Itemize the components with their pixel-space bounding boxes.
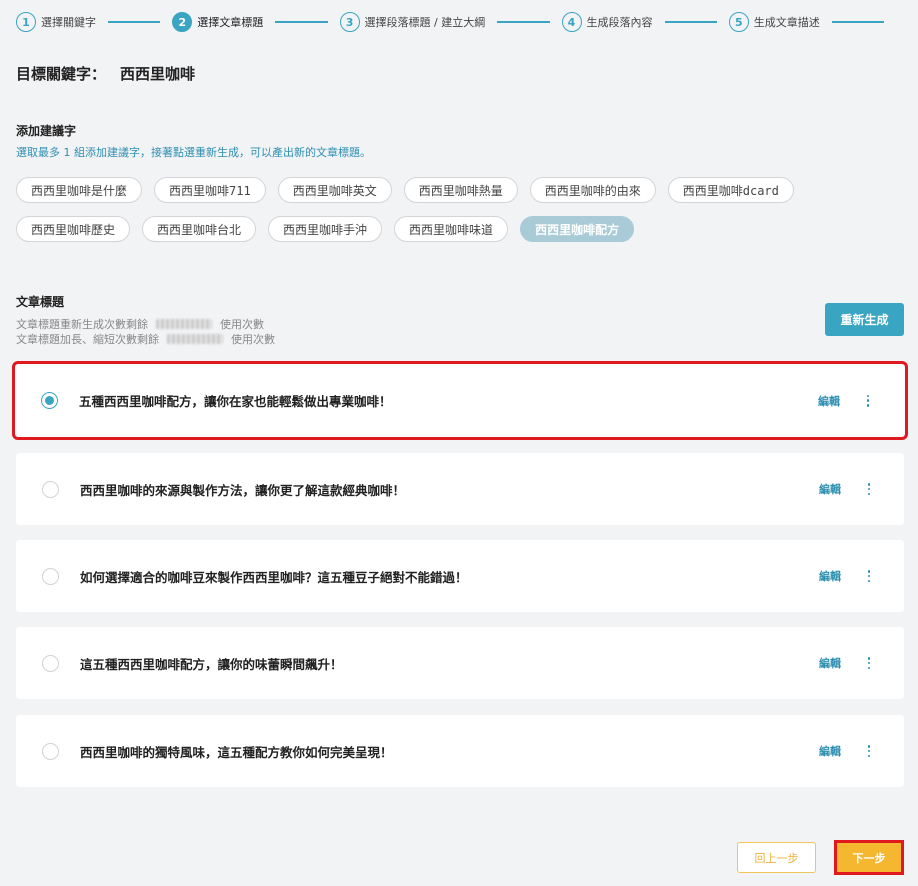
suggestions-heading: 添加建議字 (16, 124, 77, 138)
step-2[interactable]: 2 選擇文章標題 (172, 12, 263, 32)
title-option-4[interactable]: 這五種西西里咖啡配方，讓你的味蕾瞬間飆升！ 編輯 (16, 627, 904, 699)
step-5[interactable]: 5 生成文章描述 (728, 12, 820, 32)
step-1[interactable]: 1 選擇關鍵字 (16, 12, 96, 32)
more-vertical-icon[interactable] (864, 656, 874, 670)
step-connector (664, 21, 717, 23)
step-3-label: 選擇段落標題 / 建立大綱 (364, 16, 486, 29)
step-5-label: 生成文章描述 (753, 16, 820, 29)
titles-heading: 文章標題 (16, 295, 65, 309)
step-4-label: 生成段落內容 (586, 16, 653, 29)
radio-button[interactable] (42, 742, 59, 760)
suggestion-chip[interactable]: 西西里咖啡711 (154, 177, 266, 203)
suggestions-hint: 選取最多 1 組添加建議字，接著點選重新生成，可以產出新的文章標題。 (16, 146, 371, 159)
step-3[interactable]: 3 選擇段落標題 / 建立大綱 (339, 12, 486, 32)
title-text: 如何選擇適合的咖啡豆來製作西西里咖啡？這五種豆子絕對不能錯過！ (80, 569, 468, 585)
suggestion-chip[interactable]: 西西里咖啡味道 (394, 216, 509, 242)
step-connector (275, 21, 328, 23)
step-2-label: 選擇文章標題 (197, 16, 264, 29)
radio-button[interactable] (42, 480, 59, 498)
suggestion-chip-selected[interactable]: 西西里咖啡配方 (520, 216, 635, 242)
step-2-number: 2 (172, 12, 193, 32)
suggestion-chip[interactable]: 西西里咖啡手沖 (268, 216, 383, 242)
regen-quota: 文章標題重新生成次數剩餘 使用次數 (16, 316, 264, 332)
more-vertical-icon[interactable] (864, 482, 874, 496)
title-option-3[interactable]: 如何選擇適合的咖啡豆來製作西西里咖啡？這五種豆子絕對不能錯過！ 編輯 (16, 540, 904, 612)
suggestion-chip[interactable]: 西西里咖啡的由來 (529, 177, 656, 203)
target-keyword-value: 西西里咖啡 (120, 65, 196, 83)
suggestion-chip[interactable]: 西西里咖啡熱量 (403, 177, 518, 203)
suggestion-chips: 西西里咖啡是什麼 西西里咖啡711 西西里咖啡英文 西西里咖啡熱量 西西里咖啡的… (16, 177, 876, 242)
edit-link[interactable]: 編輯 (819, 568, 841, 584)
step-1-label: 選擇關鍵字 (41, 16, 96, 29)
radio-button-checked[interactable] (41, 392, 58, 409)
edit-link[interactable]: 編輯 (819, 481, 841, 497)
title-option-1[interactable]: 五種西西里咖啡配方，讓你在家也能輕鬆做出專業咖啡！ 編輯 (12, 361, 908, 440)
step-connector (497, 21, 550, 23)
title-option-5[interactable]: 西西里咖啡的獨特風味，這五種配方教你如何完美呈現！ 編輯 (16, 715, 904, 787)
title-text: 西西里咖啡的獨特風味，這五種配方教你如何完美呈現！ (80, 744, 393, 760)
title-text: 這五種西西里咖啡配方，讓你的味蕾瞬間飆升！ (80, 656, 343, 672)
previous-step-button[interactable]: 回上一步 (737, 842, 816, 873)
more-vertical-icon[interactable] (864, 569, 874, 583)
step-connector (108, 21, 161, 23)
title-option-2[interactable]: 西西里咖啡的來源與製作方法，讓你更了解這款經典咖啡！ 編輯 (16, 453, 904, 525)
edit-link[interactable]: 編輯 (818, 393, 840, 409)
suggestion-chip[interactable]: 西西里咖啡台北 (142, 216, 257, 242)
suggestion-chip[interactable]: 西西里咖啡英文 (277, 177, 392, 203)
target-keyword-label: 目標關鍵字： (16, 65, 107, 83)
more-vertical-icon[interactable] (863, 394, 873, 408)
edit-link[interactable]: 編輯 (819, 655, 841, 671)
redacted-value (167, 334, 223, 344)
progress-stepper: 1 選擇關鍵字 2 選擇文章標題 3 選擇段落標題 / 建立大綱 4 生成段落內… (16, 10, 896, 34)
step-connector (831, 21, 885, 23)
step-5-number: 5 (728, 12, 749, 32)
regen-quota-label: 文章標題重新生成次數剩餘 (16, 318, 148, 331)
target-keyword: 目標關鍵字： 西西里咖啡 (16, 63, 195, 84)
step-1-number: 1 (16, 12, 36, 32)
suggestion-chip[interactable]: 西西里咖啡是什麼 (16, 177, 143, 203)
suggestion-chip[interactable]: 西西里咖啡歷史 (16, 216, 131, 242)
length-quota: 文章標題加長、縮短次數剩餘 使用次數 (16, 331, 275, 347)
redacted-value (156, 319, 212, 329)
step-3-number: 3 (339, 12, 360, 32)
radio-button[interactable] (42, 654, 59, 672)
title-text: 五種西西里咖啡配方，讓你在家也能輕鬆做出專業咖啡！ (79, 394, 392, 409)
step-4[interactable]: 4 生成段落內容 (561, 12, 653, 32)
radio-button[interactable] (42, 567, 59, 585)
suggestion-chip[interactable]: 西西里咖啡dcard (667, 177, 794, 203)
more-vertical-icon[interactable] (864, 744, 874, 758)
length-quota-suffix: 使用次數 (231, 333, 275, 346)
next-step-button[interactable]: 下一步 (834, 840, 904, 875)
length-quota-label: 文章標題加長、縮短次數剩餘 (16, 333, 159, 346)
title-text: 西西里咖啡的來源與製作方法，讓你更了解這款經典咖啡！ (80, 482, 406, 498)
regenerate-button[interactable]: 重新生成 (825, 303, 904, 336)
step-4-number: 4 (561, 12, 582, 32)
edit-link[interactable]: 編輯 (819, 743, 841, 759)
regen-quota-suffix: 使用次數 (220, 318, 264, 331)
